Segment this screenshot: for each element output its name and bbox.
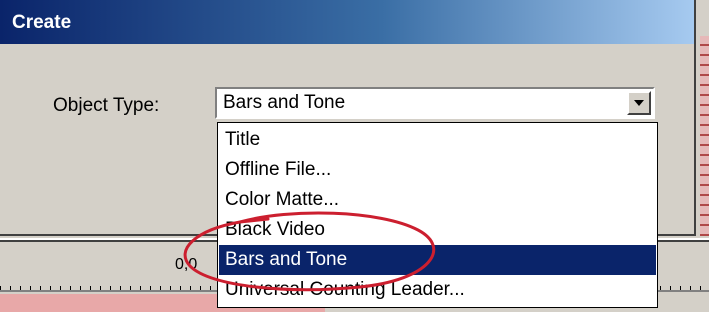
object-type-value: Bars and Tone [223,92,346,113]
dialog-titlebar[interactable]: Create [0,0,694,44]
object-type-select[interactable]: Bars and Tone [215,87,655,119]
object-type-dropdown-list: Title Offline File... Color Matte... Bla… [217,122,658,308]
dropdown-item-universal-counting-leader[interactable]: Universal Counting Leader... [219,275,656,305]
chevron-down-icon [634,100,644,106]
dropdown-item-black-video[interactable]: Black Video [219,215,656,245]
dialog-title: Create [12,12,72,33]
dropdown-item-title[interactable]: Title [219,125,656,155]
dropdown-button[interactable] [627,91,651,115]
dropdown-item-offline-file[interactable]: Offline File... [219,155,656,185]
background-track-strip [700,36,709,236]
dropdown-item-bars-and-tone[interactable]: Bars and Tone [219,245,656,275]
screenshot-stage: 0;0 Create Object Type: Bars and Tone Ti… [0,0,709,312]
dropdown-item-color-matte[interactable]: Color Matte... [219,185,656,215]
timeline-timecode: 0;0 [175,256,198,273]
object-type-label: Object Type: [53,95,160,116]
